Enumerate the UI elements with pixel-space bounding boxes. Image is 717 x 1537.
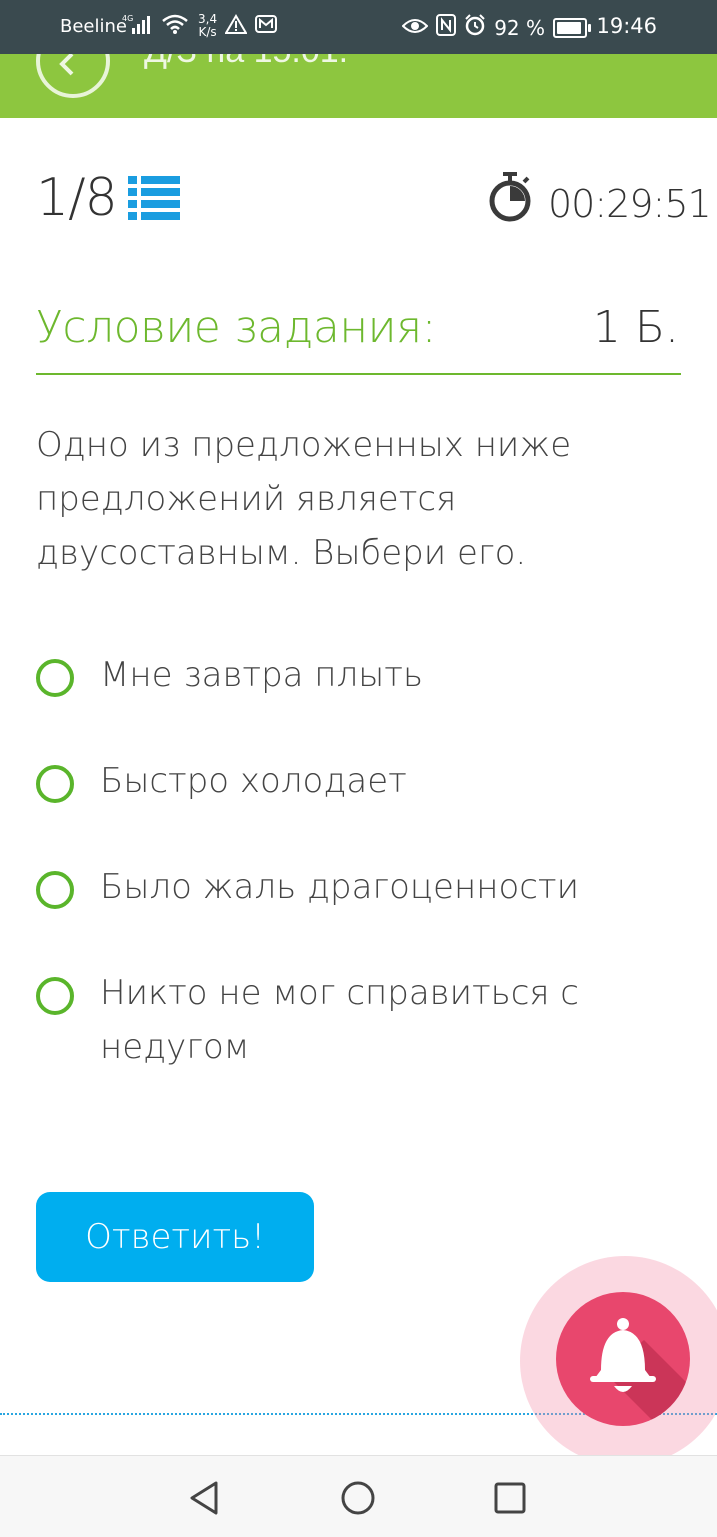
square-recents-icon: [494, 1482, 526, 1514]
network-speed: 3,4 K/s: [198, 13, 217, 39]
warning-icon: [224, 14, 248, 38]
status-right-icons: 92 %: [401, 14, 591, 41]
speed-value: 3,4: [198, 12, 218, 26]
question-counter: 1/8: [36, 168, 118, 228]
task-score: 1 Б.: [592, 302, 679, 353]
option-label: Было жаль драгоценности: [100, 867, 579, 907]
header-title: Д/З на 15.01.: [144, 54, 348, 71]
mail-app-icon: [255, 14, 278, 38]
answer-option[interactable]: Было жаль драгоценности: [36, 867, 620, 914]
back-button[interactable]: [36, 54, 110, 98]
circle-home-icon: [341, 1481, 375, 1515]
answer-option[interactable]: Быстро холодает: [36, 761, 620, 808]
battery-icon: [553, 17, 591, 38]
battery-percent: 92 %: [494, 15, 545, 40]
timer-value: 00:29:51: [548, 182, 712, 226]
answer-option[interactable]: Мне завтра плыть: [36, 655, 620, 702]
task-heading: Условие задания:: [36, 302, 437, 353]
nfc-icon: [436, 14, 457, 41]
answer-option[interactable]: Никто не мог справиться с недугом: [36, 973, 620, 1074]
status-left-icons: 4G 3,4 K/s: [122, 12, 278, 40]
heading-divider: [36, 373, 681, 375]
radio-button[interactable]: [36, 871, 74, 909]
nav-back-button[interactable]: [186, 1478, 226, 1518]
status-bar: Beeline 4G 3,4 K/s 92 % 19:46: [0, 0, 717, 54]
triangle-back-icon: [190, 1481, 218, 1515]
svg-text:4G: 4G: [122, 14, 133, 23]
question-list-icon[interactable]: [128, 176, 180, 222]
radio-button[interactable]: [36, 659, 74, 697]
nav-home-button[interactable]: [338, 1478, 378, 1518]
question-text: Одно из предложенных ниже предложений яв…: [36, 425, 572, 573]
speed-unit: K/s: [198, 25, 217, 39]
system-navigation-bar: [0, 1455, 717, 1537]
notification-button[interactable]: [556, 1292, 690, 1426]
eye-icon: [401, 16, 429, 40]
nav-recents-button[interactable]: [490, 1478, 530, 1518]
bell-icon: [590, 1318, 690, 1426]
radio-button[interactable]: [36, 977, 74, 1015]
option-label: Никто не мог справиться с недугом: [100, 973, 580, 1067]
alarm-icon: [464, 14, 486, 41]
wifi-icon: [162, 13, 188, 39]
clock: 19:46: [596, 14, 657, 38]
carrier-name: Beeline: [60, 16, 127, 37]
option-label: Мне завтра плыть: [100, 655, 423, 695]
submit-answer-button[interactable]: Ответить!: [36, 1192, 314, 1282]
stopwatch-icon: [488, 172, 532, 222]
back-arrow-icon: [59, 54, 74, 76]
option-label: Быстро холодает: [100, 761, 407, 801]
radio-button[interactable]: [36, 765, 74, 803]
battery-level-fill: [557, 21, 581, 34]
app-header: Д/З на 15.01.: [0, 54, 717, 118]
signal-icon: 4G: [122, 12, 154, 40]
